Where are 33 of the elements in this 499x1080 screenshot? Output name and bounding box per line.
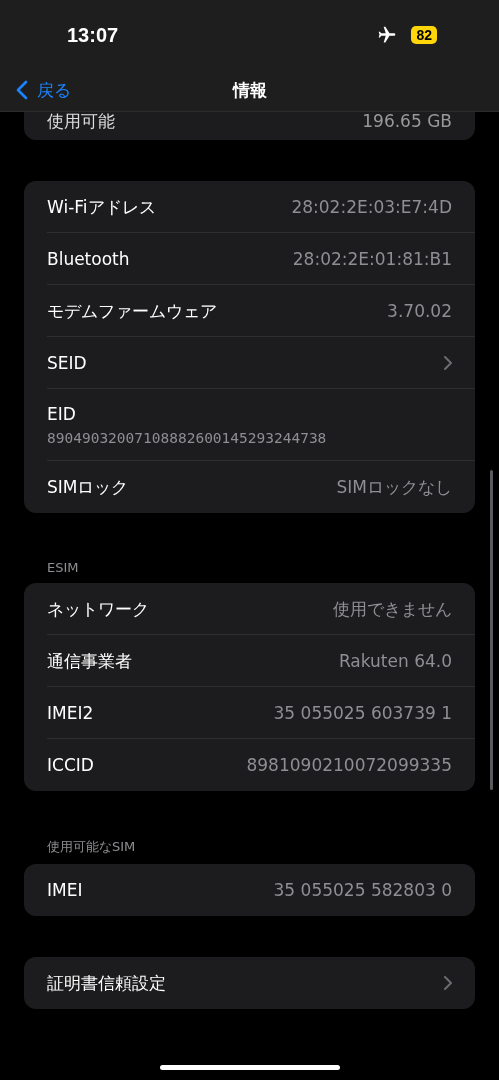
section-header: 使用可能なSIM <box>46 838 137 856</box>
row-label: SIMロック <box>47 475 129 499</box>
chevron-icon <box>444 356 452 370</box>
row-label: 使用可能 <box>47 112 115 130</box>
row-label: Wi-Fiアドレス <box>47 195 156 219</box>
row-value: 3.70.02 <box>387 301 452 321</box>
row-value: 89049032007108882600145293244738 <box>47 430 327 446</box>
row-label: ICCID <box>47 755 94 775</box>
row-value: SIMロックなし <box>336 475 452 499</box>
back-button[interactable]: 戻る <box>0 78 71 102</box>
row-value: 使用できません <box>333 597 452 621</box>
row-label: EID <box>47 404 76 424</box>
chevron-icon <box>444 976 452 990</box>
row-value: 28:02:2E:03:E7:4D <box>291 197 452 217</box>
row-label[interactable]: SEID <box>47 353 87 373</box>
row-value: 35 055025 603739 1 <box>273 703 452 723</box>
back-chevron-icon <box>16 80 28 100</box>
battery-level: 82 <box>411 26 437 44</box>
row-label[interactable]: 証明書信頼設定 <box>47 971 166 995</box>
row-value: 8981090210072099335 <box>246 755 452 775</box>
row-value: 28:02:2E:01:81:B1 <box>292 249 452 269</box>
section-header: ESIM <box>46 560 80 577</box>
row-label: 通信事業者 <box>47 649 132 673</box>
row-label: モデムファームウェア <box>47 299 217 323</box>
row-label: ネットワーク <box>47 597 149 621</box>
row-value: 196.65 GB <box>362 112 452 130</box>
status-time: 13:07 <box>67 23 119 47</box>
row-value: 35 055025 582803 0 <box>273 880 452 900</box>
row-value: Rakuten 64.0 <box>338 651 452 671</box>
nav-title: 情報 <box>231 78 268 102</box>
row-label: IMEI <box>47 880 83 900</box>
row-label: Bluetooth <box>47 249 130 269</box>
row-label: IMEI2 <box>47 703 94 723</box>
